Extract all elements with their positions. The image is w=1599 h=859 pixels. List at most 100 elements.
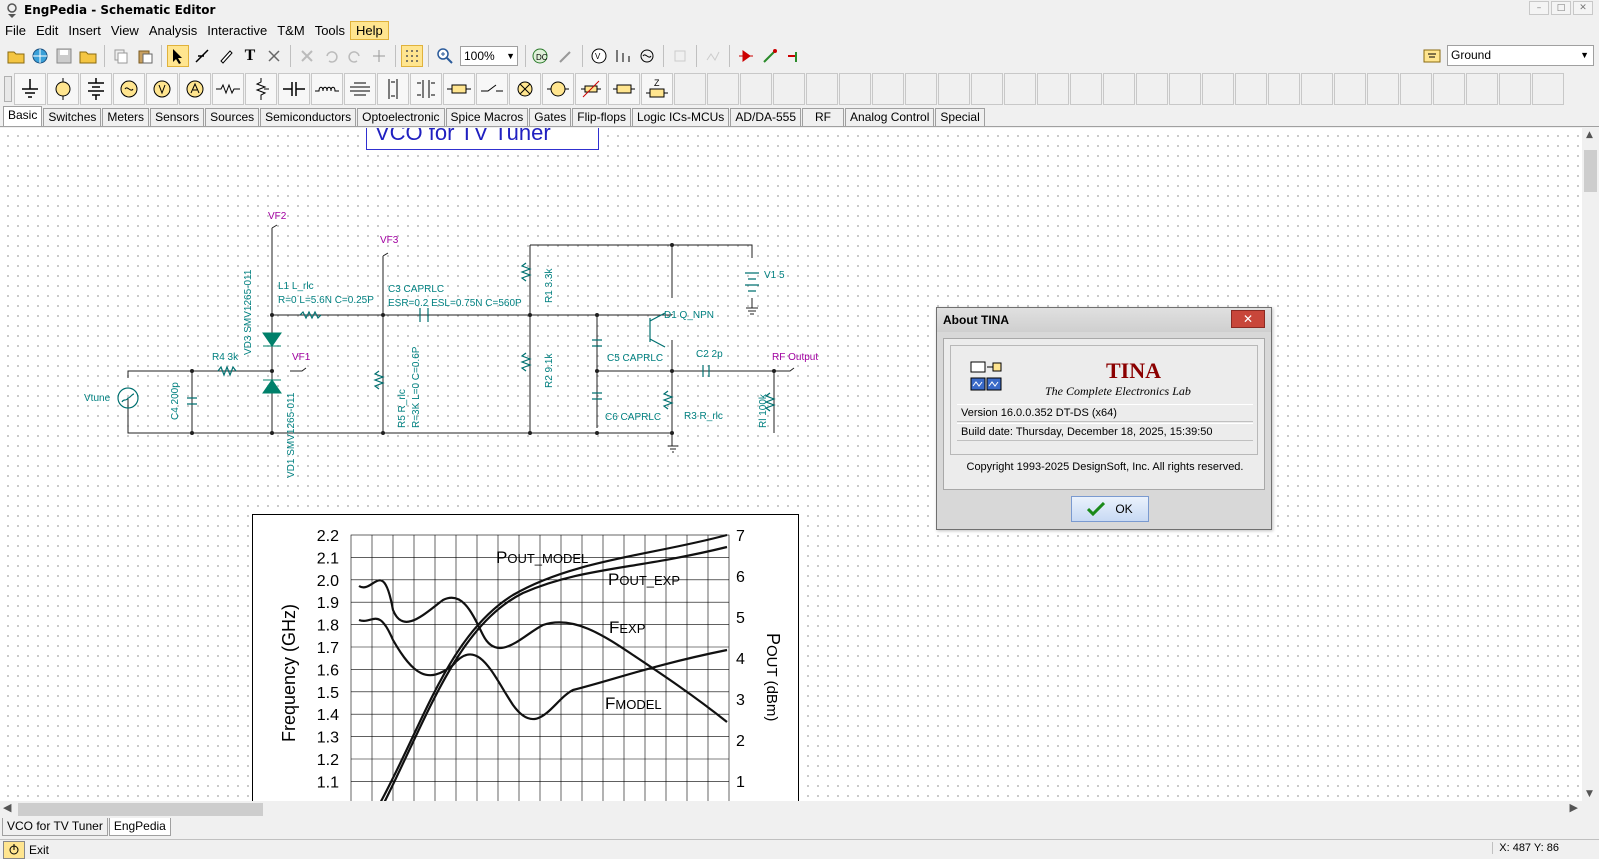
capacitor-icon[interactable]	[278, 73, 310, 105]
fuse-icon[interactable]	[443, 73, 475, 105]
text-icon[interactable]: T	[239, 45, 261, 67]
tab-switches[interactable]: Switches	[43, 108, 102, 126]
maximize-button[interactable]: □	[1551, 1, 1571, 15]
minimize-button[interactable]: –	[1529, 1, 1549, 15]
empty-slot-9	[938, 73, 970, 105]
transformer2-icon[interactable]	[410, 73, 442, 105]
ground-component-icon[interactable]	[14, 73, 46, 105]
crosshair-icon[interactable]	[368, 45, 390, 67]
paste-icon[interactable]	[134, 45, 156, 67]
exit-button[interactable]: Exit	[0, 840, 49, 859]
tab-ad-da-555[interactable]: AD/DA-555	[730, 108, 802, 126]
label-vtune: Vtune	[84, 393, 111, 404]
tab-sensors[interactable]: Sensors	[150, 108, 205, 126]
empty-slot-2	[707, 73, 739, 105]
inductor-icon[interactable]	[311, 73, 343, 105]
scroll-left-icon[interactable]: ◀	[3, 801, 11, 814]
graph-right-tick-label: 6	[736, 569, 745, 586]
menu-insert[interactable]: Insert	[63, 21, 106, 40]
probe-icon[interactable]	[555, 45, 577, 67]
vertical-scrollbar[interactable]: ▲ ▼	[1582, 128, 1599, 801]
graph-right-tick-label: 3	[736, 692, 745, 709]
transient-icon[interactable]	[702, 45, 724, 67]
version-text: Version 16.0.0.352 DT-DS (x64)	[957, 404, 1253, 422]
ac-source-icon[interactable]	[113, 73, 145, 105]
motor-icon[interactable]	[542, 73, 574, 105]
close-window-button[interactable]: ✕	[1573, 1, 1593, 15]
ok-button[interactable]: OK	[1071, 496, 1149, 522]
tab-gates[interactable]: Gates	[529, 108, 572, 126]
frequency-power-graph[interactable]: POUT_MODEL POUT_EXP FEXP FMODEL 2.2 2.1 2.…	[252, 514, 799, 801]
resistor-icon[interactable]	[212, 73, 244, 105]
web-open-icon[interactable]	[29, 45, 51, 67]
doc-tab-vco[interactable]: VCO for TV Tuner	[2, 818, 108, 836]
frequency-probe-icon[interactable]	[612, 45, 634, 67]
scroll-down-icon[interactable]: ▼	[1586, 789, 1593, 799]
tab-basic[interactable]: Basic	[3, 106, 43, 126]
tab-optoelectronic[interactable]: Optoelectronic	[357, 108, 445, 126]
varistor-icon[interactable]	[575, 73, 607, 105]
delete-icon[interactable]	[296, 45, 318, 67]
tab-special[interactable]: Special	[935, 108, 985, 126]
eraser-icon[interactable]	[263, 45, 285, 67]
menu-view[interactable]: View	[106, 21, 144, 40]
dialog-close-button[interactable]: ✕	[1231, 310, 1265, 328]
menu-edit[interactable]: Edit	[31, 21, 63, 40]
menu-interactive[interactable]: Interactive	[202, 21, 272, 40]
signal-icon[interactable]	[636, 45, 658, 67]
zoom-select[interactable]: 100% ▼	[460, 46, 518, 66]
voltmeter-icon[interactable]	[146, 73, 178, 105]
dc-analysis-icon[interactable]: DC	[531, 45, 553, 67]
potentiometer-icon[interactable]	[245, 73, 277, 105]
ground-select[interactable]: Ground ▼	[1447, 45, 1594, 66]
redo-icon[interactable]	[344, 45, 366, 67]
tab-rf[interactable]: RF	[802, 108, 845, 126]
menu-help[interactable]: Help	[350, 20, 389, 40]
scroll-up-icon[interactable]: ▲	[1586, 130, 1593, 140]
probe-green-icon[interactable]	[759, 45, 781, 67]
component-scroll-left[interactable]	[4, 76, 12, 102]
diode-red-icon[interactable]	[735, 45, 757, 67]
tab-flip-flops[interactable]: Flip-flops	[572, 108, 631, 126]
tab-analog-control[interactable]: Analog Control	[845, 108, 935, 126]
scroll-right-icon[interactable]: ▶	[1570, 801, 1578, 814]
lamp-icon[interactable]	[509, 73, 541, 105]
ground-select-value: Ground	[1451, 48, 1492, 62]
grid-icon[interactable]	[401, 45, 423, 67]
open-icon[interactable]	[5, 45, 27, 67]
menu-file[interactable]: File	[0, 21, 31, 40]
switch-icon[interactable]	[476, 73, 508, 105]
crystal-icon[interactable]	[608, 73, 640, 105]
tab-spice-macros[interactable]: Spice Macros	[445, 108, 529, 126]
ammeter-icon[interactable]	[179, 73, 211, 105]
doc-tab-engpedia[interactable]: EngPedia	[108, 818, 171, 836]
select-arrow-icon[interactable]	[167, 45, 189, 67]
pen-icon[interactable]	[215, 45, 237, 67]
graph-left-tick-label: 2.2	[317, 528, 339, 545]
voltage-source-icon[interactable]	[47, 73, 79, 105]
battery-icon[interactable]	[80, 73, 112, 105]
impedance-icon[interactable]: Z	[641, 73, 673, 105]
component-faded-icon[interactable]	[669, 45, 691, 67]
save-icon[interactable]	[53, 45, 75, 67]
schematic-canvas[interactable]: VCO for TV Tuner VF2 VF3 VF1 RF Output V…	[0, 128, 1582, 801]
coupled-inductor-icon[interactable]	[377, 73, 409, 105]
tab-semiconductors[interactable]: Semiconductors	[260, 108, 357, 126]
copy-icon[interactable]	[110, 45, 132, 67]
undo-icon[interactable]	[320, 45, 342, 67]
tab-meters[interactable]: Meters	[102, 108, 150, 126]
tab-logic-ics-mcus[interactable]: Logic ICs-MCUs	[631, 108, 730, 126]
tab-sources[interactable]: Sources	[205, 108, 260, 126]
zoom-icon[interactable]	[434, 45, 456, 67]
wire-icon[interactable]	[191, 45, 213, 67]
open-folder-icon[interactable]	[77, 45, 99, 67]
horizontal-scroll-thumb[interactable]	[18, 803, 263, 816]
menu-analysis[interactable]: Analysis	[144, 21, 202, 40]
menu-tools[interactable]: Tools	[310, 21, 350, 40]
meter-probe-icon[interactable]: V	[588, 45, 610, 67]
menu-tm[interactable]: T&M	[272, 21, 309, 40]
horizontal-scrollbar[interactable]: ◀ ▶	[0, 801, 1582, 818]
pin-red-icon[interactable]	[783, 45, 805, 67]
vertical-scroll-thumb[interactable]	[1584, 150, 1597, 192]
transformer-icon[interactable]	[344, 73, 376, 105]
